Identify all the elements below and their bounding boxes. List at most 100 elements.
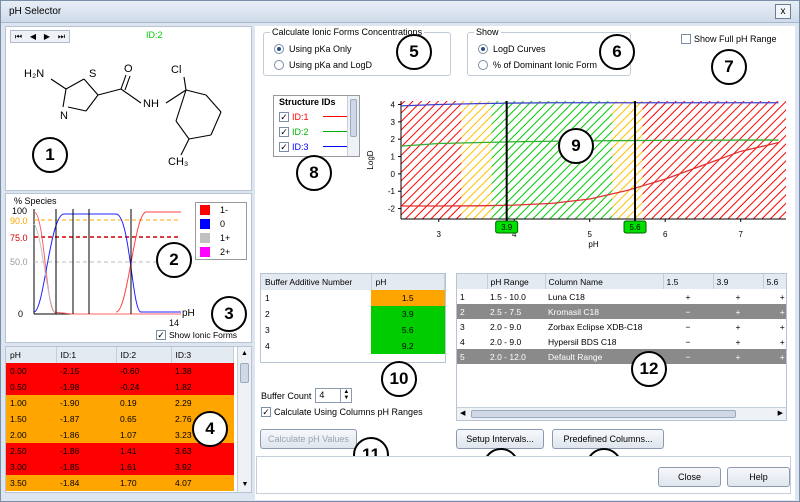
ph-table-header[interactable]: ID:1 [56,347,117,363]
check-icon[interactable]: ✓ [279,111,289,122]
table-cell: + [763,349,786,364]
buffer-number-cell: 4 [265,341,270,351]
scroll-right-icon[interactable]: ▶ [778,409,783,417]
columns-hscrollbar[interactable]: ◀ ▶ [457,407,786,420]
scroll-thumb[interactable] [350,99,357,137]
table-row[interactable]: 2 3.9 [261,306,445,322]
buffer-header-ph[interactable]: pH [371,274,445,290]
col-header-ph1[interactable]: 1.5 [663,274,714,289]
y-tick-label: -2 [388,205,396,214]
table-cell: -1.98 [60,382,80,392]
table-row[interactable]: 2.50 -1.86 1.41 3.63 [6,443,234,459]
logd-curves-label: LogD Curves [493,44,546,54]
table-row[interactable]: 1.00 -1.90 0.19 2.29 [6,395,234,411]
buffer-ph-cell[interactable]: 3.9 [371,306,445,322]
callout-badge-9: 9 [558,128,594,164]
window-close-button[interactable]: x [775,4,791,19]
scroll-left-icon[interactable]: ◀ [460,409,465,417]
table-row[interactable]: 3 2.0 - 9.0 Zorbax Eclipse XDB-C18 − + + [457,319,786,334]
structure-ids-scrollbar[interactable] [347,96,359,156]
buffer-table: Buffer Additive Number pH 1 1.5 2 3.9 3 5.6 4 9.… [261,274,445,354]
buffer-count-value[interactable]: 4 [316,389,340,402]
show-group-title: Show [474,27,501,37]
dominant-ionic-radio[interactable]: % of Dominant Ionic Form [478,60,597,70]
table-row[interactable]: 4 2.0 - 9.0 Hypersil BDS C18 − + + [457,334,786,349]
callout-badge-4: 4 [192,411,228,447]
table-row[interactable]: 0.00 -2.15 -0.60 1.38 [6,363,234,379]
species-x-max: 14 [169,318,180,328]
close-button[interactable]: Close [658,467,721,487]
ph-table-scrollbar[interactable]: ▲ ▼ [237,347,251,492]
col-header-ph3[interactable]: 5.6 [763,274,786,289]
show-ionic-forms-checkbox[interactable]: ✓ Show Ionic Forms [156,330,237,340]
y-tick-label: 4 [391,100,396,109]
table-row[interactable]: 0.50 -1.98 -0.24 1.82 [6,379,234,395]
table-cell: − [663,304,713,319]
calculate-ph-button[interactable]: Calculate pH Values [260,429,357,449]
ph-table-header[interactable]: pH [6,347,57,363]
buffer-ph-cell[interactable]: 9.2 [371,338,445,354]
y-tick-label: 3 [391,118,396,127]
help-button[interactable]: Help [727,467,790,487]
buffer-ph-cell[interactable]: 1.5 [371,290,445,306]
table-cell: Zorbax Eclipse XDB-C18 [548,321,643,332]
check-icon[interactable]: ✓ [279,126,289,137]
logd-curves-radio[interactable]: LogD Curves [478,44,546,54]
using-pka-logd-radio[interactable]: Using pKa and LogD [274,60,372,70]
use-columns-label: Calculate Using Columns pH Ranges [274,407,423,417]
show-full-ph-checkbox[interactable]: Show Full pH Range [681,34,777,44]
title-bar: pH Selector x [1,1,799,23]
atom-cl: Cl [171,64,181,76]
y-tick-label: 2 [391,135,396,144]
table-cell: + [763,304,786,319]
setup-intervals-button[interactable]: Setup Intervals... [456,429,544,449]
buffer-ph-cell[interactable]: 5.6 [371,322,445,338]
ph-table-header[interactable]: ID:2 [116,347,172,363]
buffer-count-row: Buffer Count 4 ▲ ▼ [261,388,353,403]
table-row[interactable]: 4 9.2 [261,338,445,354]
table-row[interactable]: 3.00 -1.85 1.61 3.92 [6,459,234,475]
buffer-count-stepper[interactable]: 4 ▲ ▼ [315,388,353,403]
columns-table: pH Range Column Name 1.5 3.9 5.6 1 1.5 - … [457,274,786,364]
table-cell: 1.61 [120,462,137,472]
predefined-columns-button[interactable]: Predefined Columns... [552,429,664,449]
table-cell: Hypersil BDS C18 [548,336,617,347]
table-row[interactable]: 3 5.6 [261,322,445,338]
buffer-header-number[interactable]: Buffer Additive Number [261,274,372,290]
table-row[interactable]: 3.50 -1.84 1.70 4.07 [6,475,234,491]
table-cell: 5 [457,349,487,364]
structure-id-label: ID:1 [292,111,309,122]
scroll-up-icon[interactable]: ▲ [238,347,251,361]
col-header-range[interactable]: pH Range [487,274,546,289]
ph-marker-label: 3.9 [501,223,513,232]
table-row[interactable]: 2 2.5 - 7.5 Kromasil C18− + + [457,304,786,319]
using-pka-only-radio[interactable]: Using pKa Only [274,44,352,54]
table-row[interactable]: 1 1.5 [261,290,445,306]
table-cell: 1.70 [120,478,137,488]
col-header-ph2[interactable]: 3.9 [713,274,764,289]
table-cell: -0.24 [120,382,140,392]
x-tick-label: 3 [437,230,442,239]
scroll-thumb[interactable] [471,410,736,418]
check-icon: ✓ [156,330,166,340]
scroll-down-icon[interactable]: ▼ [238,478,251,492]
ph-table-header[interactable]: ID:3 [171,347,234,363]
stepper-down-icon[interactable]: ▼ [341,395,351,401]
use-columns-checkbox[interactable]: ✓ Calculate Using Columns pH Ranges [261,407,423,417]
col-header-name[interactable]: Column Name [545,274,664,289]
atom-nh2: H₂N [24,68,44,80]
table-cell: Kromasil C18 [545,304,663,319]
sort-icon[interactable] [457,274,488,289]
table-cell: 3.92 [175,462,192,472]
table-cell: 2.0 - 9.0 [490,336,522,347]
table-row[interactable]: 1 1.5 - 10.0 Luna C18 + + + [457,289,786,304]
structure-ids-panel: Structure IDs ✓ ID:1 ✓ ID:2 ✓ ID:3 [273,95,360,157]
y-label-50: 50.0 [10,257,28,267]
table-cell: 0.65 [120,414,137,424]
check-icon[interactable]: ✓ [279,141,289,152]
table-row[interactable]: 5 2.0 - 12.0 Default Range − + + [457,349,786,364]
callout-badge-7: 7 [711,49,747,85]
scroll-thumb[interactable] [240,363,249,383]
table-cell: 4.07 [175,478,192,488]
structure-id-label: ID:3 [292,141,309,152]
